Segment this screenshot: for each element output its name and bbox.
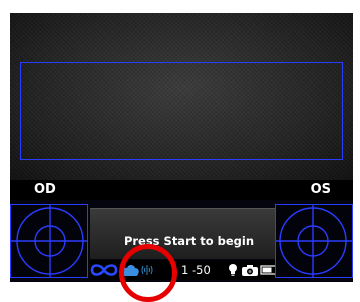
eye-label-od[interactable]: OD [34, 180, 56, 200]
camera-icon [241, 260, 259, 280]
crosshair-icon [10, 204, 88, 278]
camera-viewport [10, 13, 353, 180]
eye-label-os[interactable]: OS [311, 180, 331, 200]
os-target-reticle [275, 204, 353, 278]
status-message: Press Start to begin [123, 234, 255, 248]
bottom-panel: Press Start to begin 1 -50 [10, 200, 353, 282]
highlight-circle [119, 244, 177, 302]
crosshair-icon [275, 204, 353, 278]
message-panel: Press Start to begin [90, 208, 288, 259]
bulb-icon [227, 260, 239, 280]
infinity-icon [90, 260, 118, 280]
scan-frame [20, 62, 343, 160]
device-screen: OD OS Press Start to begin 1 -50 [10, 13, 353, 282]
time-readout: 1 -50 [181, 263, 211, 277]
od-target-reticle [10, 204, 88, 278]
eye-label-bar: OD OS [10, 180, 353, 200]
